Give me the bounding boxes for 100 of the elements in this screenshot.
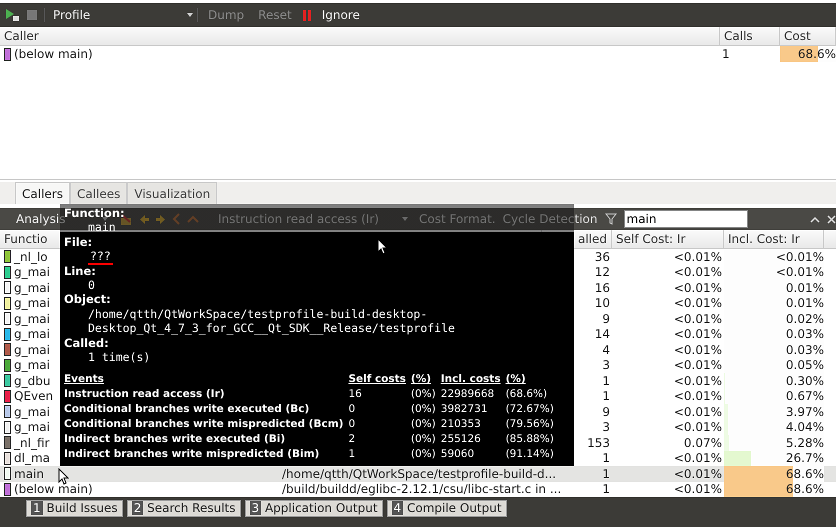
mouse-pointer-icon xyxy=(377,238,388,255)
output-tab[interactable]: 3 Application Output xyxy=(244,500,383,517)
table-cell-text: <0.01% xyxy=(672,280,723,296)
table-cell-text: <0.01% xyxy=(672,296,723,311)
table-cell: 3.97% xyxy=(786,404,824,419)
tooltip-value: 1 time(s) xyxy=(88,350,150,364)
event-value: 255126 xyxy=(440,432,481,448)
table-cell: 1 xyxy=(602,466,610,481)
filter-field[interactable]: main xyxy=(624,210,748,228)
table-cell: 1 xyxy=(602,389,610,404)
table-cell: 4.04% xyxy=(786,420,824,434)
table-cell: 16 xyxy=(594,280,610,295)
tooltip-label: Function: xyxy=(64,206,125,220)
function-name[interactable]: g_mai xyxy=(14,296,50,310)
table-cell-text: <0.01% xyxy=(672,388,723,404)
tab[interactable]: Callees xyxy=(70,182,128,204)
function-name[interactable]: g_mai xyxy=(14,265,50,280)
event-value: 2 xyxy=(348,432,356,448)
column-header[interactable]: Incl. Cost: Ir xyxy=(724,230,824,248)
table-cell: 1 xyxy=(602,374,610,388)
function-name[interactable]: _nl_fir xyxy=(14,436,50,450)
event-name: Conditional branches write executed (Bc) xyxy=(64,402,310,418)
profile-combo[interactable]: Profile xyxy=(44,8,198,22)
function-name[interactable]: g_mai xyxy=(14,327,50,342)
table-cell-text: <0.01% xyxy=(672,466,723,482)
tab[interactable]: Visualization xyxy=(127,182,218,204)
table-cell: 153 xyxy=(587,436,610,450)
ignore-button[interactable]: Ignore xyxy=(318,8,364,22)
table-cell: 9 xyxy=(602,404,610,419)
event-value: 210353 xyxy=(440,417,481,432)
column-header[interactable]: Self Cost: Ir xyxy=(612,230,724,248)
function-name[interactable]: dl_ma xyxy=(14,451,50,466)
table-cell-text: <0.01% xyxy=(672,373,723,388)
table-cell: 68.6% xyxy=(786,482,824,496)
table-cell: 0.01% xyxy=(786,280,824,295)
table-cell: 10 xyxy=(594,296,610,310)
function-name[interactable]: (below main) xyxy=(14,482,93,496)
events-column-header: (%) xyxy=(506,372,526,388)
events-column-header: (%) xyxy=(410,372,432,388)
event-value: (85.88%) xyxy=(506,432,554,448)
table-cell: 3 xyxy=(602,358,610,372)
table-cell: 26.7% xyxy=(786,451,824,466)
function-name[interactable]: g_mai xyxy=(14,420,50,434)
table-cell-text: <0.01% xyxy=(672,420,723,435)
table-cell: <0.01% xyxy=(776,265,824,280)
function-name[interactable]: g_dbu xyxy=(14,374,50,388)
table-cell: 0.01% xyxy=(786,296,824,310)
function-name[interactable]: _nl_lo xyxy=(14,250,48,264)
function-name[interactable]: g_mai xyxy=(14,342,50,357)
table-cell-text: <0.01% xyxy=(672,404,723,420)
event-value: (72.67%) xyxy=(506,402,554,418)
event-name: Indirect branches write executed (Bi) xyxy=(64,432,286,448)
table-cell: 0.05% xyxy=(786,358,824,372)
events-column-header: Events xyxy=(64,372,104,388)
tab[interactable]: Callers xyxy=(15,182,70,204)
tooltip-label: File: xyxy=(64,234,92,250)
function-name[interactable]: g_mai xyxy=(14,280,50,295)
event-value: 1 xyxy=(348,447,356,462)
event-value: (91.14%) xyxy=(506,447,554,462)
table-cell-text: 0.07% xyxy=(682,435,723,450)
table-cell: 0.30% xyxy=(786,374,824,388)
function-name[interactable]: g_mai xyxy=(14,358,50,372)
output-tab[interactable]: 4 Compile Output xyxy=(386,500,507,517)
table-cell-text: <0.01% xyxy=(672,326,723,342)
event-value: 0 xyxy=(348,417,356,432)
table-cell: (below main) xyxy=(14,47,93,61)
table-cell: 1 xyxy=(602,482,610,496)
function-name[interactable]: QEven xyxy=(14,389,54,404)
table-cell-text: 1 xyxy=(721,46,731,62)
event-value: (0%) xyxy=(410,447,436,462)
run-icon[interactable] xyxy=(4,8,20,22)
table-cell: <0.01% xyxy=(776,250,824,264)
table-cell: 0.03% xyxy=(786,327,824,342)
output-tab[interactable]: 2 Search Results xyxy=(126,500,241,517)
function-name[interactable]: main xyxy=(14,466,44,481)
up-icon[interactable] xyxy=(810,216,820,222)
column-header[interactable]: Calls xyxy=(720,27,780,45)
tooltip-value: Desktop_Qt_4_7_3_for_GCC__Qt_SDK__Release/testprofile xyxy=(88,321,455,336)
tooltip-value: ??? xyxy=(88,249,113,266)
table-cell: 5.28% xyxy=(786,436,824,450)
table-cell: 4 xyxy=(602,342,610,357)
function-name[interactable]: g_mai xyxy=(14,312,50,326)
stop-icon[interactable] xyxy=(26,9,38,21)
events-column-header: Self costs xyxy=(348,372,406,388)
event-value: 16 xyxy=(348,387,362,402)
event-value: (0%) xyxy=(410,432,436,448)
tooltip-label: Called: xyxy=(64,336,109,350)
table-cell: 12 xyxy=(594,265,610,280)
output-tab[interactable]: 1 Build Issues xyxy=(26,500,123,517)
close-icon[interactable] xyxy=(827,214,836,224)
table-cell-text: <0.01% xyxy=(672,482,723,497)
table-cell: 0.03% xyxy=(786,342,824,357)
table-cell: /home/qtth/QtWorkSpace/testprofile-build-d... xyxy=(282,466,556,481)
event-value: (0%) xyxy=(410,417,436,432)
function-name[interactable]: g_mai xyxy=(14,404,50,419)
column-header[interactable]: Cost xyxy=(780,27,836,45)
table-cell-text: <0.01% xyxy=(672,264,723,280)
column-header[interactable]: Caller xyxy=(0,27,720,45)
mouse-pointer-icon xyxy=(58,468,69,485)
table-cell: 68.6% xyxy=(798,47,836,61)
